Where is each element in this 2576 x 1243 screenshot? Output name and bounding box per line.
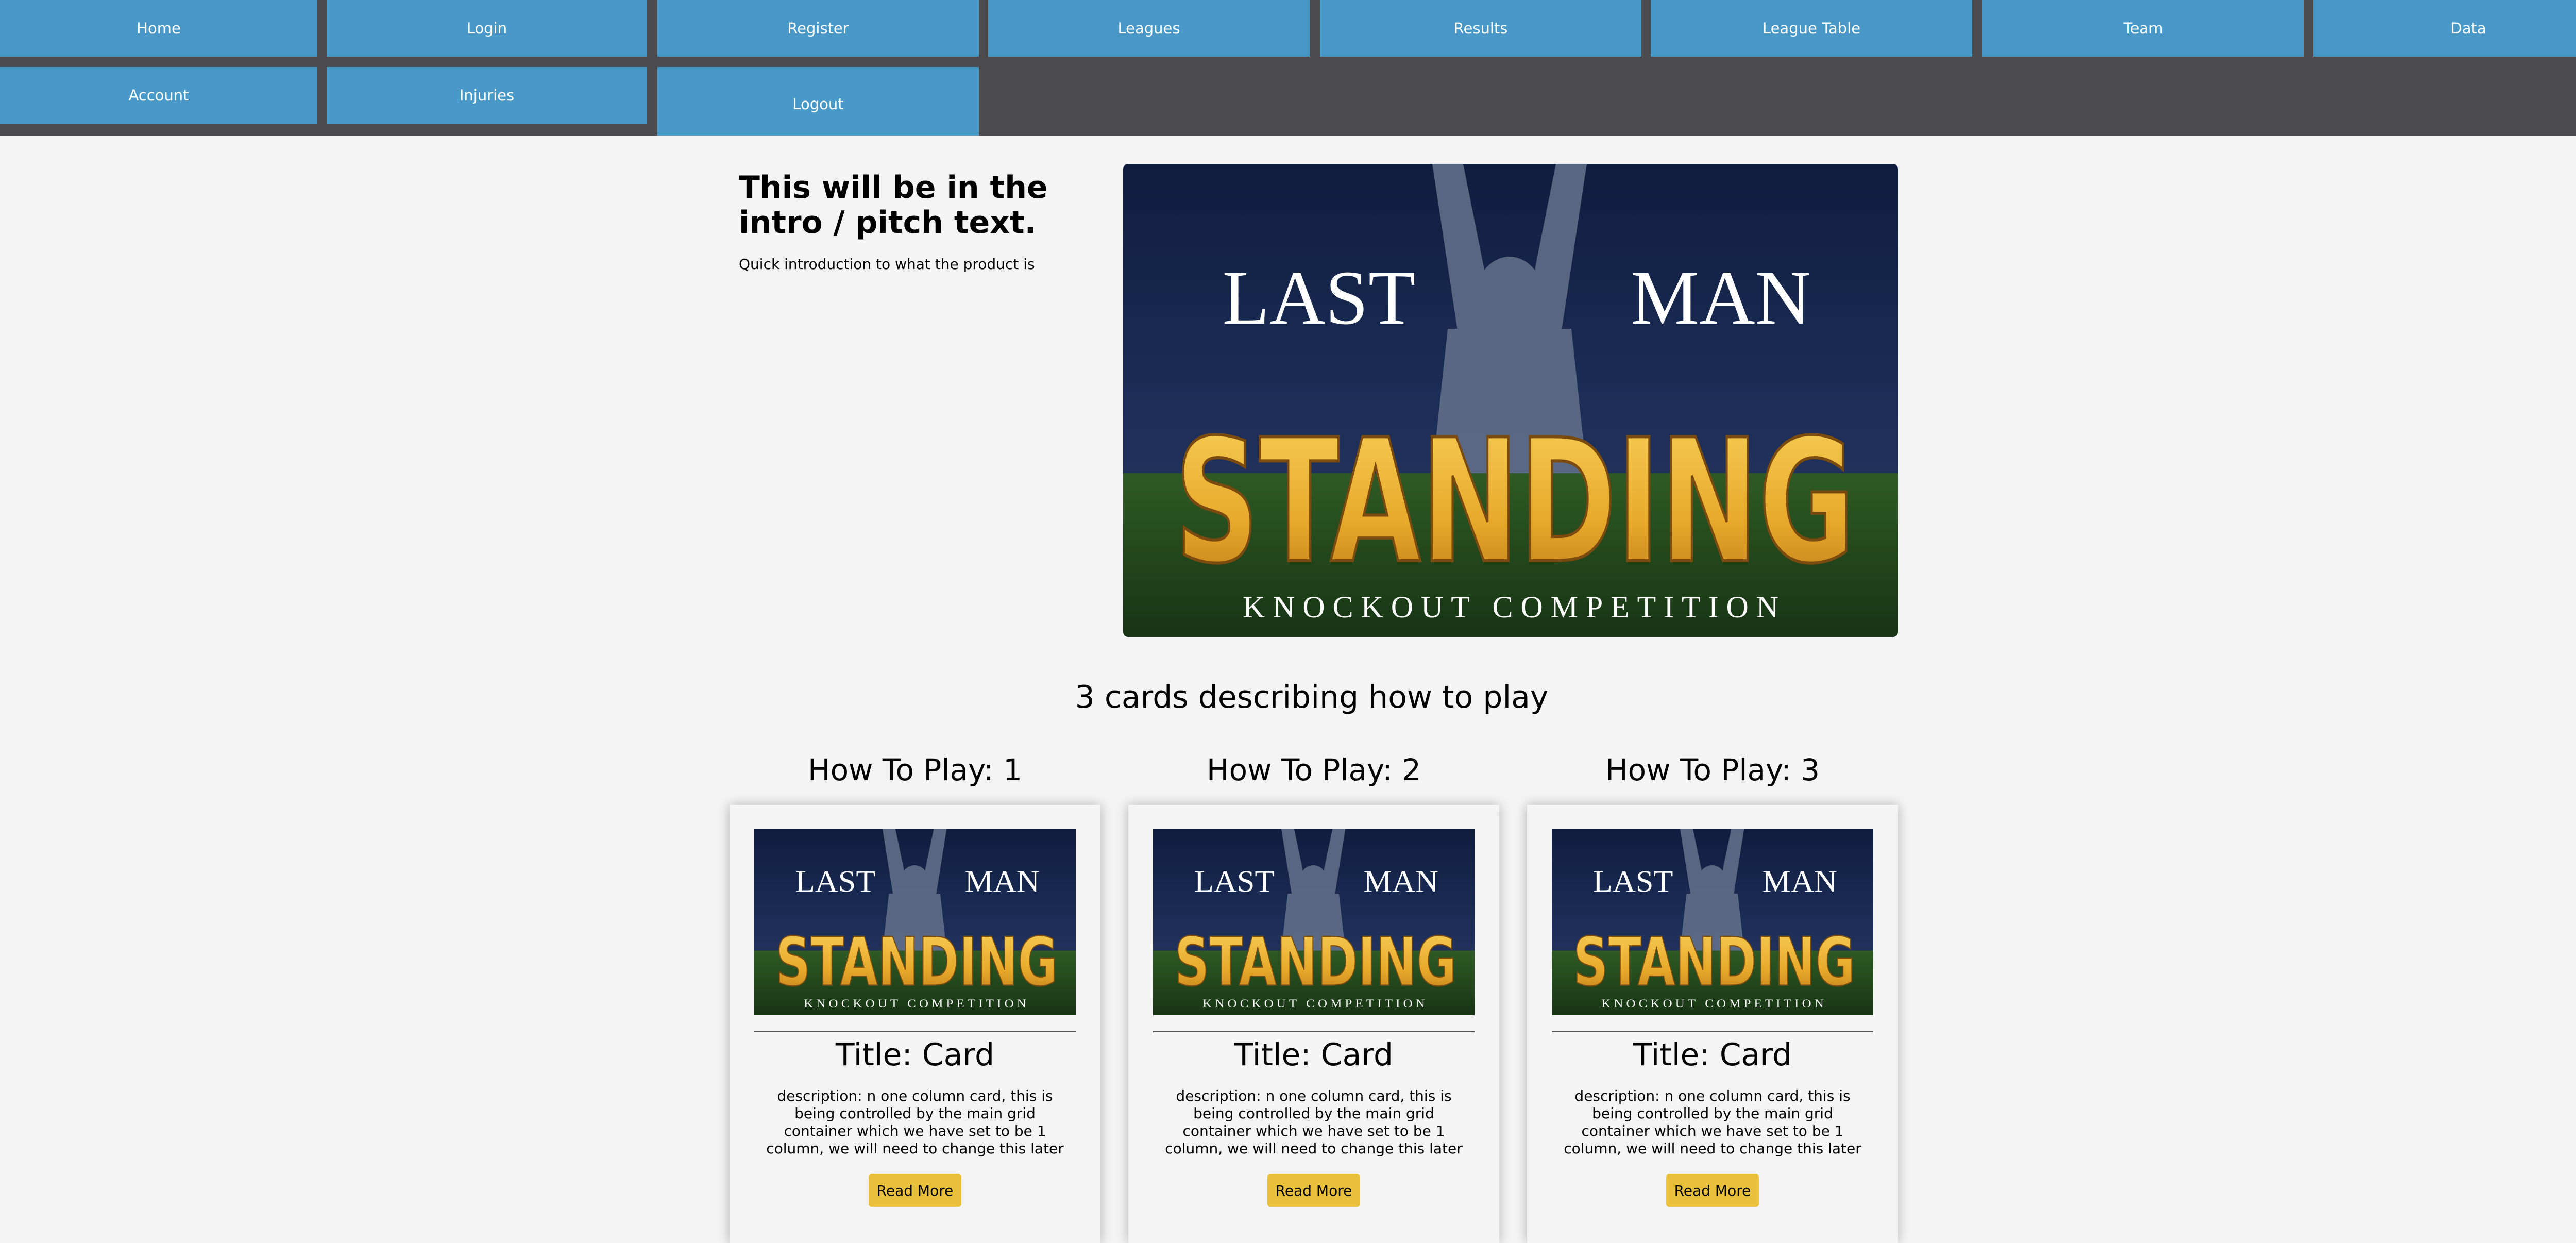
- logo-last-text: LAST: [1223, 255, 1416, 341]
- nav-leagues-label: Leagues: [1117, 20, 1180, 37]
- logo-knockout-text: KNOCKOUT COMPETITION: [1243, 590, 1778, 624]
- svg-text:KNOCKOUT COMPETITION: KNOCKOUT COMPETITION: [804, 997, 1026, 1011]
- how-to-play-card-2: LAST MAN STANDING KNOCKOUT COMPETITION T…: [1128, 805, 1499, 1243]
- svg-text:STANDING: STANDING: [775, 923, 1058, 1001]
- card-2-heading: How To Play: 2: [1206, 752, 1421, 787]
- nav-account-label: Account: [128, 87, 189, 104]
- hero-title: This will be in the intro / pitch text.: [739, 170, 1048, 241]
- how-to-play-section-heading: 3 cards describing how to play: [1075, 679, 1549, 715]
- nav-register-label: Register: [787, 20, 849, 37]
- svg-text:KNOCKOUT COMPETITION: KNOCKOUT COMPETITION: [1601, 997, 1823, 1011]
- last-man-standing-logo: LAST MAN STANDING KNOCKOUT COMPETITION: [1153, 829, 1475, 1015]
- nav-leagues-button[interactable]: Leagues: [988, 0, 1310, 57]
- card-2-read-more-button[interactable]: Read More: [1267, 1174, 1360, 1207]
- nav-data-label: Data: [2450, 20, 2486, 37]
- card-1-title: Title: Card: [835, 1037, 995, 1073]
- card-divider: [1153, 1031, 1475, 1032]
- card-1-description: description: n one column card, this is …: [766, 1087, 1064, 1157]
- card-3-read-more-button[interactable]: Read More: [1666, 1174, 1759, 1207]
- card-2-description: description: n one column card, this is …: [1165, 1087, 1463, 1157]
- last-man-standing-logo: LAST MAN STANDING KNOCKOUT COMPETITION: [754, 829, 1076, 1015]
- how-to-play-card-3: LAST MAN STANDING KNOCKOUT COMPETITION T…: [1527, 805, 1898, 1243]
- logo-man-text: MAN: [1631, 255, 1811, 341]
- svg-text:STANDING: STANDING: [1573, 923, 1855, 1001]
- nav-data-button[interactable]: Data: [2313, 0, 2576, 57]
- svg-text:MAN: MAN: [965, 865, 1040, 899]
- card-3-logo-image: LAST MAN STANDING KNOCKOUT COMPETITION: [1552, 829, 1873, 1015]
- svg-text:MAN: MAN: [1762, 865, 1837, 899]
- card-divider: [754, 1031, 1076, 1032]
- nav-team-label: Team: [2123, 20, 2163, 37]
- nav-team-button[interactable]: Team: [1982, 0, 2304, 57]
- top-navigation: Home Login Register Leagues Results Leag…: [0, 0, 2576, 136]
- card-3-heading: How To Play: 3: [1605, 752, 1820, 787]
- card-2-title: Title: Card: [1234, 1037, 1394, 1073]
- nav-results-button[interactable]: Results: [1320, 0, 1641, 57]
- svg-text:LAST: LAST: [1194, 865, 1275, 899]
- card-1-heading: How To Play: 1: [807, 752, 1023, 787]
- nav-league-table-label: League Table: [1762, 20, 1861, 37]
- card-1-logo-image: LAST MAN STANDING KNOCKOUT COMPETITION: [754, 829, 1076, 1015]
- nav-injuries-button[interactable]: Injuries: [327, 67, 647, 124]
- svg-text:STANDING: STANDING: [1174, 923, 1456, 1001]
- nav-home-button[interactable]: Home: [0, 0, 317, 57]
- svg-text:LAST: LAST: [1593, 865, 1673, 899]
- hero-subtitle: Quick introduction to what the product i…: [739, 256, 1035, 273]
- nav-results-label: Results: [1453, 20, 1508, 37]
- nav-login-label: Login: [466, 20, 507, 37]
- svg-text:KNOCKOUT COMPETITION: KNOCKOUT COMPETITION: [1202, 997, 1425, 1011]
- nav-injuries-label: Injuries: [459, 87, 515, 104]
- logo-standing-text: STANDING: [1175, 403, 1855, 601]
- nav-login-button[interactable]: Login: [327, 0, 647, 57]
- card-2-logo-image: LAST MAN STANDING KNOCKOUT COMPETITION: [1153, 829, 1475, 1015]
- card-3-description: description: n one column card, this is …: [1564, 1087, 1861, 1157]
- nav-logout-button[interactable]: Logout: [657, 67, 979, 136]
- last-man-standing-logo: LAST MAN STANDING KNOCKOUT COMPETITION: [1552, 829, 1873, 1015]
- last-man-standing-logo: LAST MAN STANDING KNOCKOUT COMPETITION: [1123, 164, 1898, 637]
- nav-logout-label: Logout: [792, 95, 844, 113]
- nav-account-button[interactable]: Account: [0, 67, 317, 124]
- svg-text:MAN: MAN: [1364, 865, 1438, 899]
- card-divider: [1552, 1031, 1873, 1032]
- nav-register-button[interactable]: Register: [657, 0, 979, 57]
- nav-home-label: Home: [137, 20, 181, 37]
- card-3-title: Title: Card: [1633, 1037, 1792, 1073]
- how-to-play-card-1: LAST MAN STANDING KNOCKOUT COMPETITION T…: [730, 805, 1100, 1243]
- nav-league-table-button[interactable]: League Table: [1651, 0, 1972, 57]
- hero-logo-image: LAST MAN STANDING KNOCKOUT COMPETITION: [1123, 164, 1898, 637]
- card-1-read-more-button[interactable]: Read More: [869, 1174, 961, 1207]
- svg-text:LAST: LAST: [795, 865, 876, 899]
